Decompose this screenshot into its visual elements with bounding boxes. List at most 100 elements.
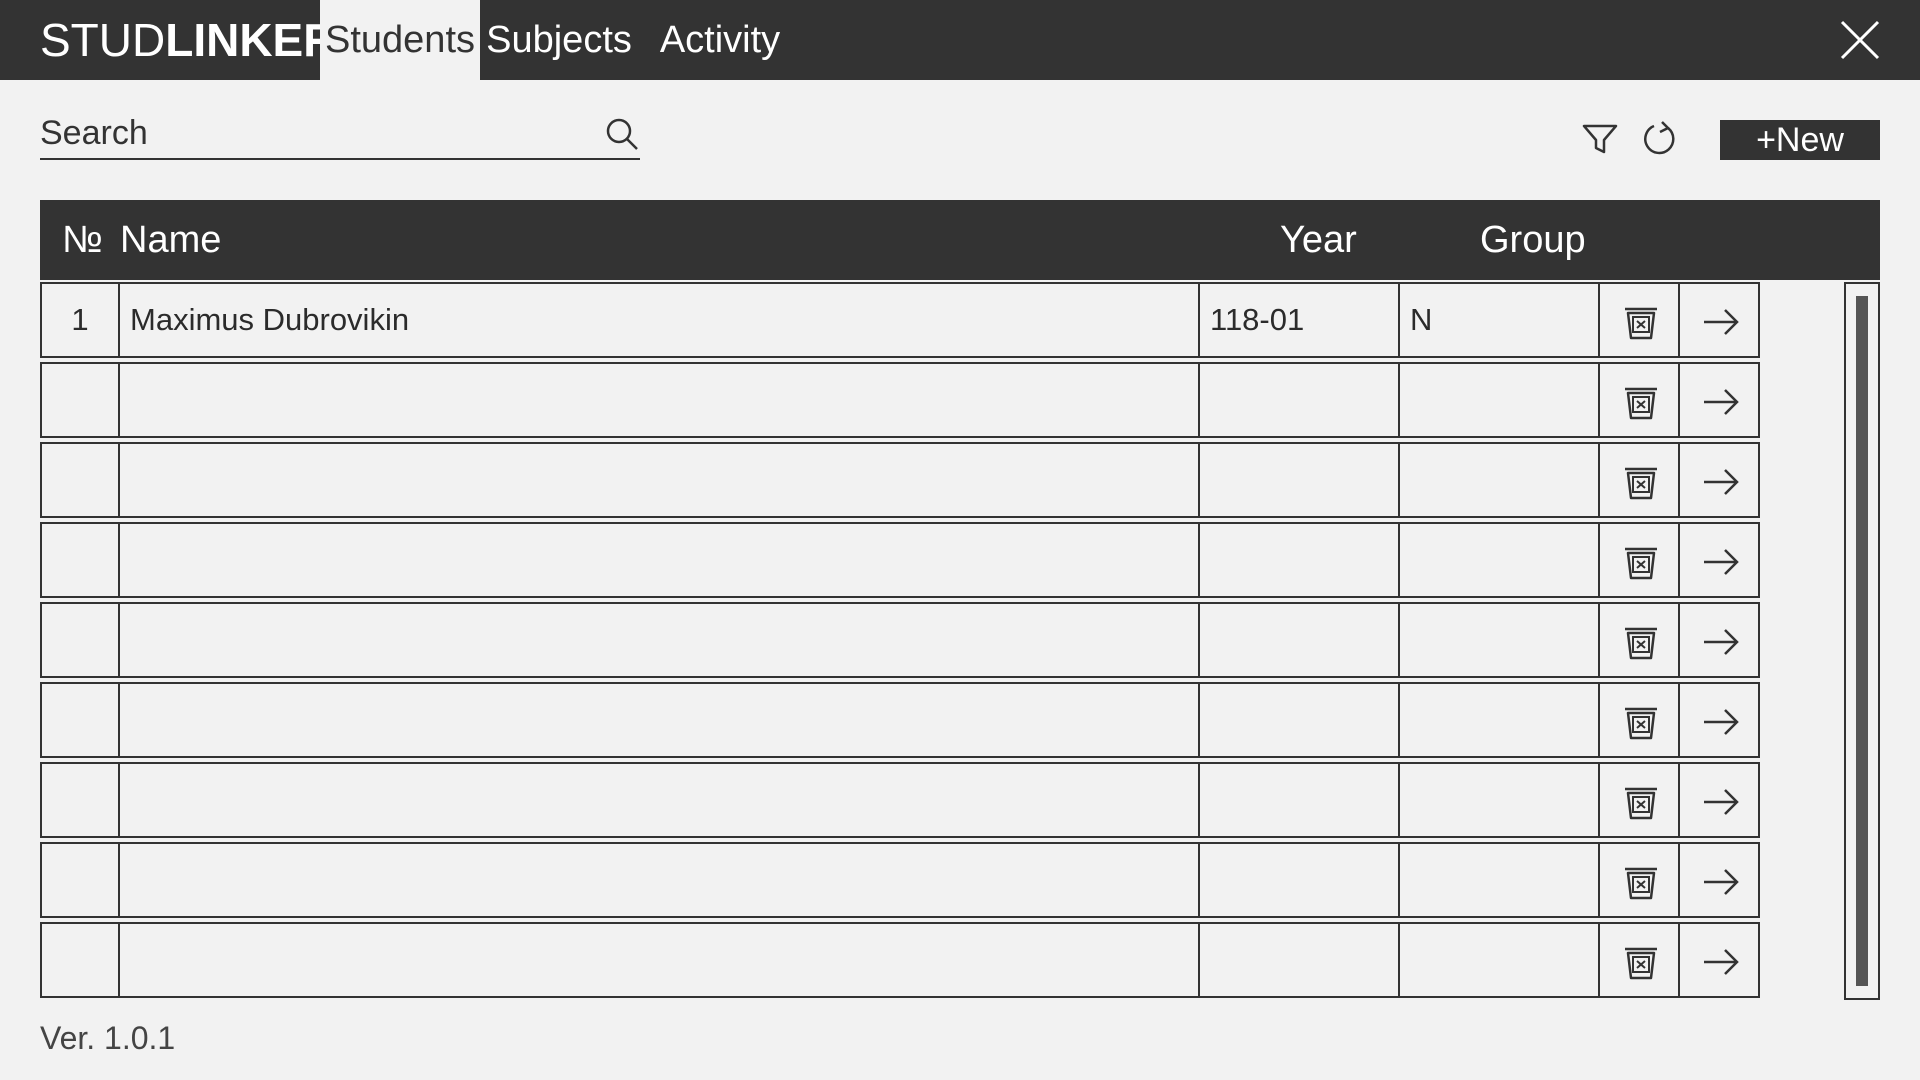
open-row-button[interactable] <box>1678 682 1760 758</box>
search-box <box>40 110 640 160</box>
delete-icon <box>1625 547 1657 580</box>
cell-year[interactable] <box>1198 762 1400 838</box>
open-row-button[interactable] <box>1678 602 1760 678</box>
logo-bold: LINKER <box>165 14 337 66</box>
delete-row-button[interactable] <box>1598 682 1680 758</box>
cell-group[interactable] <box>1398 522 1600 598</box>
open-row-button[interactable] <box>1678 842 1760 918</box>
table-row[interactable] <box>40 682 1840 758</box>
open-row-button[interactable] <box>1678 362 1760 438</box>
column-header-number: № <box>62 219 103 261</box>
cell-year[interactable]: 118-01 <box>1198 282 1400 358</box>
cell-year[interactable] <box>1198 922 1400 998</box>
cell-name[interactable] <box>118 842 1200 918</box>
arrow-right-icon <box>1704 789 1739 815</box>
table-row[interactable] <box>40 842 1840 918</box>
cell-number <box>40 842 120 918</box>
arrow-right-icon <box>1704 549 1739 575</box>
cell-year[interactable] <box>1198 842 1400 918</box>
table-row[interactable] <box>40 362 1840 438</box>
cell-group[interactable] <box>1398 922 1600 998</box>
top-bar: STUDLINKER Students Subjects Activity <box>0 0 1920 80</box>
delete-icon <box>1625 307 1657 340</box>
cell-name[interactable] <box>118 922 1200 998</box>
cell-number <box>40 602 120 678</box>
cell-number <box>40 682 120 758</box>
tab-students[interactable]: Students <box>320 0 480 80</box>
cell-group[interactable]: N <box>1398 282 1600 358</box>
arrow-right-icon <box>1704 949 1739 975</box>
cell-number <box>40 362 120 438</box>
tab-subjects[interactable]: Subjects <box>484 0 634 80</box>
cell-name[interactable] <box>118 522 1200 598</box>
close-button[interactable] <box>1840 20 1880 60</box>
cell-year[interactable] <box>1198 522 1400 598</box>
column-header-group[interactable]: Group <box>1480 200 1586 280</box>
arrow-right-icon <box>1704 869 1739 895</box>
app-logo: STUDLINKER <box>40 0 336 80</box>
table-row[interactable] <box>40 522 1840 598</box>
cell-year[interactable] <box>1198 442 1400 518</box>
cell-number <box>40 442 120 518</box>
delete-icon <box>1625 787 1657 820</box>
cell-group[interactable] <box>1398 842 1600 918</box>
open-row-button[interactable] <box>1678 522 1760 598</box>
delete-row-button[interactable] <box>1598 762 1680 838</box>
delete-icon <box>1625 467 1657 500</box>
cell-name[interactable] <box>118 442 1200 518</box>
cell-name[interactable] <box>118 602 1200 678</box>
table-row[interactable] <box>40 442 1840 518</box>
delete-row-button[interactable] <box>1598 602 1680 678</box>
cell-group[interactable] <box>1398 762 1600 838</box>
cell-year[interactable] <box>1198 362 1400 438</box>
delete-icon <box>1625 947 1657 980</box>
arrow-right-icon <box>1704 709 1739 735</box>
cell-name[interactable]: Maximus Dubrovikin <box>118 282 1200 358</box>
delete-icon <box>1625 707 1657 740</box>
delete-icon <box>1625 867 1657 900</box>
column-header-year[interactable]: Year <box>1280 200 1357 280</box>
arrow-right-icon <box>1704 629 1739 655</box>
filter-icon[interactable] <box>1580 118 1620 158</box>
cell-number: 1 <box>40 282 120 358</box>
delete-row-button[interactable] <box>1598 442 1680 518</box>
scrollbar-thumb[interactable] <box>1856 296 1868 986</box>
cell-number <box>40 522 120 598</box>
cell-year[interactable] <box>1198 602 1400 678</box>
cell-year[interactable] <box>1198 682 1400 758</box>
open-row-button[interactable] <box>1678 282 1760 358</box>
open-row-button[interactable] <box>1678 442 1760 518</box>
column-header-name[interactable]: Name <box>120 200 221 280</box>
refresh-icon[interactable] <box>1640 118 1680 158</box>
tab-activity[interactable]: Activity <box>650 0 790 80</box>
table-row[interactable] <box>40 762 1840 838</box>
open-row-button[interactable] <box>1678 922 1760 998</box>
delete-row-button[interactable] <box>1598 282 1680 358</box>
cell-number <box>40 922 120 998</box>
cell-name[interactable] <box>118 762 1200 838</box>
delete-row-button[interactable] <box>1598 522 1680 598</box>
table-row[interactable]: 1 Maximus Dubrovikin 118-01 N <box>40 282 1840 358</box>
delete-icon <box>1625 387 1657 420</box>
version-label: Ver. 1.0.1 <box>40 1020 176 1056</box>
open-row-button[interactable] <box>1678 762 1760 838</box>
close-icon <box>1840 20 1880 60</box>
cell-name[interactable] <box>118 682 1200 758</box>
cell-group[interactable] <box>1398 442 1600 518</box>
search-icon[interactable] <box>604 116 640 152</box>
delete-row-button[interactable] <box>1598 842 1680 918</box>
new-button[interactable]: +New <box>1720 120 1880 160</box>
cell-name[interactable] <box>118 362 1200 438</box>
search-input[interactable] <box>40 110 580 156</box>
delete-row-button[interactable] <box>1598 922 1680 998</box>
cell-group[interactable] <box>1398 682 1600 758</box>
table-row[interactable] <box>40 922 1840 998</box>
cell-group[interactable] <box>1398 362 1600 438</box>
table-row[interactable] <box>40 602 1840 678</box>
cell-group[interactable] <box>1398 602 1600 678</box>
arrow-right-icon <box>1704 469 1739 495</box>
scrollbar[interactable] <box>1844 282 1880 1000</box>
cell-number <box>40 762 120 838</box>
arrow-right-icon <box>1704 309 1739 335</box>
delete-row-button[interactable] <box>1598 362 1680 438</box>
